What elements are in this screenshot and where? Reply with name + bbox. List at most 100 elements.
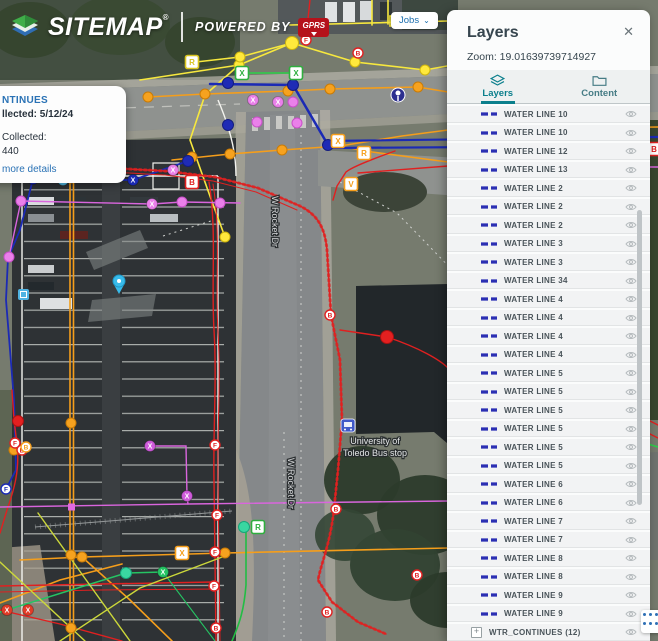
x-marker[interactable]: X [146,198,158,210]
layer-row[interactable]: WATER LINE 5 [447,365,650,384]
layer-row[interactable]: WATER LINE 2 [447,198,650,217]
layer-row[interactable]: WATER LINE 2 [447,217,650,236]
eye-icon[interactable] [625,425,637,433]
eye-icon[interactable] [625,369,637,377]
square-badge-x[interactable]: X [288,65,304,81]
layer-row[interactable]: WATER LINE 6 [447,494,650,513]
ring-badge-b[interactable]: B [324,309,336,321]
ring-badge-f[interactable]: F [208,580,220,592]
ring-badge-b[interactable]: B [352,47,364,59]
eye-icon[interactable] [625,536,637,544]
layer-row[interactable]: WATER LINE 8 [447,550,650,569]
eye-icon[interactable] [625,184,637,192]
eye-icon[interactable] [625,499,637,507]
ring-badge-b[interactable]: B [20,441,32,453]
eye-icon[interactable] [625,203,637,211]
square-badge-b[interactable]: B [184,174,200,190]
eye-icon[interactable] [625,351,637,359]
x-marker[interactable]: X [247,94,259,106]
ring-badge-f[interactable]: F [0,483,12,495]
square-badge-x[interactable]: X [330,133,346,149]
basemap-dots-widget[interactable] [641,610,658,633]
eye-icon[interactable] [625,406,637,414]
eye-icon[interactable] [625,147,637,155]
layer-row[interactable]: WATER LINE 5 [447,402,650,421]
eye-icon[interactable] [625,258,637,266]
x-marker[interactable]: X [181,490,193,502]
ring-badge-b[interactable]: B [411,569,423,581]
layer-row[interactable]: WATER LINE 2 [447,180,650,199]
expand-icon[interactable]: + [471,626,482,638]
eye-icon[interactable] [625,314,637,322]
ring-badge-f[interactable]: F [209,546,221,558]
x-marker[interactable]: X [167,164,179,176]
eye-icon[interactable] [625,388,637,396]
layer-row[interactable]: WATER LINE 12 [447,143,650,162]
tab-layers[interactable]: Layers [447,70,549,104]
ring-badge-b[interactable]: B [330,503,342,515]
eye-icon[interactable] [625,628,637,636]
panel-title: Layers [467,24,519,41]
layer-row[interactable]: WATER LINE 9 [447,605,650,624]
layer-row[interactable]: WATER LINE 7 [447,513,650,532]
layer-row[interactable]: WATER LINE 5 [447,439,650,458]
layer-row[interactable]: WATER LINE 4 [447,309,650,328]
panel-scrollbar[interactable] [637,210,642,505]
x-marker[interactable]: X [1,604,13,616]
eye-icon[interactable] [625,554,637,562]
square-badge-x[interactable]: X [174,545,190,561]
eye-icon[interactable] [625,110,637,118]
ring-badge-b[interactable]: B [210,622,222,634]
eye-icon[interactable] [625,517,637,525]
square-badge-r[interactable]: R [356,145,372,161]
eye-icon[interactable] [625,295,637,303]
eye-icon[interactable] [625,277,637,285]
eye-icon[interactable] [625,462,637,470]
square-badge-x[interactable]: X [234,65,250,81]
layer-row[interactable]: WATER LINE 4 [447,328,650,347]
eye-icon[interactable] [625,610,637,618]
layer-row[interactable]: WATER LINE 8 [447,568,650,587]
eye-icon[interactable] [625,221,637,229]
eye-icon[interactable] [625,166,637,174]
layer-row-label: WATER LINE 9 [504,609,564,619]
eye-icon[interactable] [625,443,637,451]
layer-row[interactable]: WATER LINE 13 [447,161,650,180]
layer-row[interactable]: WATER LINE 3 [447,254,650,273]
jobs-button[interactable]: Jobs ⌄ [391,12,438,29]
tab-content[interactable]: Content [549,70,651,103]
x-marker[interactable]: X [272,96,284,108]
layer-row[interactable]: WATER LINE 3 [447,235,650,254]
eye-icon[interactable] [625,480,637,488]
layer-row[interactable]: WATER LINE 5 [447,383,650,402]
layer-row[interactable]: WATER LINE 34 [447,272,650,291]
close-icon[interactable]: ✕ [623,24,634,40]
eye-icon[interactable] [625,573,637,581]
layer-row[interactable]: WATER LINE 6 [447,476,650,495]
layer-row[interactable]: WATER LINE 7 [447,531,650,550]
square-badge-v[interactable]: V [343,176,359,192]
ring-badge-f[interactable]: F [211,509,223,521]
eye-icon[interactable] [625,332,637,340]
eye-icon[interactable] [625,591,637,599]
eye-icon[interactable] [625,129,637,137]
more-details-link[interactable]: more details [2,164,118,175]
layer-row[interactable]: WATER LINE 4 [447,291,650,310]
registered-mark: ® [162,12,170,22]
square-badge-r[interactable]: R [184,54,200,70]
x-marker[interactable]: X [127,174,139,186]
layer-row[interactable]: WATER LINE 4 [447,346,650,365]
layer-row[interactable]: WATER LINE 10 [447,106,650,125]
layer-group-row[interactable]: + WTR_CONTINUES (12) [447,624,650,641]
layer-row[interactable]: WATER LINE 5 [447,457,650,476]
ring-badge-b[interactable]: B [321,606,333,618]
layer-row[interactable]: WATER LINE 10 [447,124,650,143]
layer-row[interactable]: WATER LINE 5 [447,420,650,439]
layer-row[interactable]: WATER LINE 9 [447,587,650,606]
ring-badge-f[interactable]: F [209,439,221,451]
square-badge-r[interactable]: R [250,519,266,535]
x-marker[interactable]: X [22,604,34,616]
eye-icon[interactable] [625,240,637,248]
x-marker[interactable]: X [144,440,156,452]
x-marker[interactable]: X [157,566,169,578]
